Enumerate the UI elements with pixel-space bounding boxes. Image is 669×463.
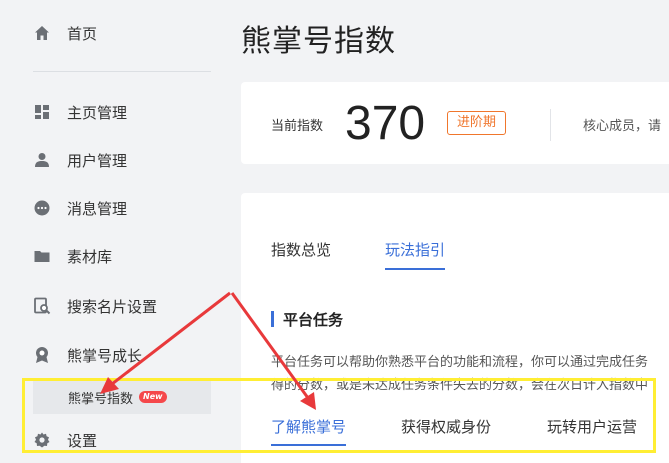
sidebar-divider	[33, 71, 211, 72]
index-card: 当前指数 370 进阶期 核心成员，请	[241, 82, 669, 164]
search-card-icon	[34, 297, 51, 315]
subtab-user-operation[interactable]: 玩转用户运营	[547, 416, 637, 444]
subtab-authority-identity[interactable]: 获得权威身份	[401, 416, 491, 444]
badge-icon	[36, 347, 48, 363]
tab-index-overview[interactable]: 指数总览	[271, 239, 331, 268]
page-title: 熊掌号指数	[241, 24, 396, 59]
sidebar: 首页 主页管理 用户管理 消息管理 素材库 搜索名片设置 熊掌号成长 熊掌号指数…	[0, 0, 224, 463]
sidebar-item-home[interactable]: 首页	[33, 18, 97, 48]
sidebar-item-label: 消息管理	[67, 199, 128, 218]
folder-icon	[34, 251, 50, 262]
sidebar-item-growth[interactable]: 熊掌号成长	[33, 340, 142, 370]
sidebar-item-label: 设置	[67, 431, 98, 450]
sidebar-item-homepage-manage[interactable]: 主页管理	[33, 97, 127, 127]
gear-icon	[34, 432, 50, 448]
index-value: 370	[345, 97, 426, 150]
sidebar-subitem-label: 熊掌号指数	[68, 391, 134, 407]
sidebar-item-label: 搜索名片设置	[67, 297, 158, 316]
sidebar-item-label: 主页管理	[67, 103, 128, 122]
sidebar-item-user-manage[interactable]: 用户管理	[33, 145, 127, 175]
sidebar-item-settings[interactable]: 设置	[33, 425, 97, 455]
sidebar-item-label: 素材库	[67, 247, 113, 266]
core-member-text: 核心成员，请	[583, 119, 662, 134]
home-icon	[35, 26, 49, 40]
description-line: 得的分数，或是未达成任务条件失去的分数，会在次日计入指数中	[271, 378, 649, 393]
sidebar-subitem-index[interactable]: 熊掌号指数 New	[33, 380, 211, 414]
sidebar-item-search-card[interactable]: 搜索名片设置	[33, 291, 157, 321]
guide-card: 指数总览 玩法指引 平台任务 平台任务可以帮助你熟悉平台的功能和流程，你可以通过…	[241, 193, 669, 463]
section-title: 平台任务	[271, 309, 343, 330]
new-badge: New	[139, 391, 167, 403]
section-description: 平台任务可以帮助你熟悉平台的功能和流程，你可以通过完成任务 得的分数，或是未达成…	[271, 351, 669, 397]
description-line: 平台任务可以帮助你熟悉平台的功能和流程，你可以通过完成任务	[271, 355, 649, 370]
index-label: 当前指数	[271, 119, 324, 134]
sidebar-item-label: 首页	[67, 24, 98, 43]
user-icon	[35, 153, 49, 167]
sidebar-item-message-manage[interactable]: 消息管理	[33, 193, 127, 223]
index-divider	[550, 109, 551, 141]
grid-icon	[35, 105, 49, 119]
subtab-learn-account[interactable]: 了解熊掌号	[271, 416, 347, 446]
sidebar-item-label: 用户管理	[67, 151, 128, 170]
tab-play-guide[interactable]: 玩法指引	[385, 239, 446, 270]
sidebar-item-label: 熊掌号成长	[67, 346, 143, 365]
sidebar-item-material[interactable]: 素材库	[33, 241, 112, 271]
message-icon	[34, 200, 50, 216]
stage-badge: 进阶期	[447, 111, 507, 135]
